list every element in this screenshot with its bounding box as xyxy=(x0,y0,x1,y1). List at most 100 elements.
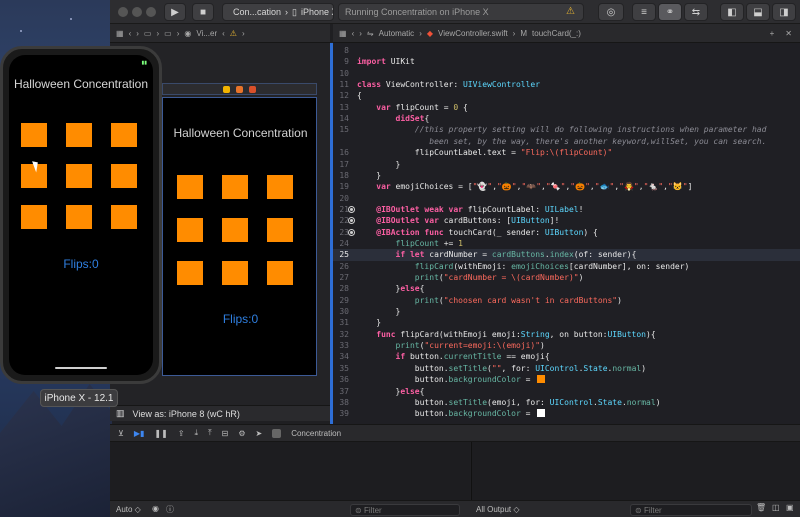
view-as-label[interactable]: View as: iPhone 8 (wC hR) xyxy=(133,409,240,419)
zoom-window-button[interactable] xyxy=(146,7,156,17)
code-line[interactable]: 39 button.backgroundColor = xyxy=(333,408,800,420)
ib-card-button[interactable] xyxy=(177,175,203,199)
line-number[interactable]: 13 xyxy=(333,102,357,114)
line-number[interactable]: 35 xyxy=(333,363,357,375)
line-number[interactable]: 36 xyxy=(333,374,357,386)
line-number[interactable]: 38 xyxy=(333,397,357,409)
back-icon[interactable]: ‹ xyxy=(352,29,355,38)
code-text[interactable]: } xyxy=(357,318,381,327)
scene-icon[interactable]: ◉ xyxy=(184,29,191,38)
line-number[interactable]: 16 xyxy=(333,147,357,159)
step-into-icon[interactable]: ⤓ xyxy=(195,428,199,438)
sim-card-button[interactable] xyxy=(111,123,137,147)
ib-card-button[interactable] xyxy=(267,175,293,199)
code-line[interactable]: 33 print("current=emoji:\(emoji)") xyxy=(333,340,800,352)
code-line[interactable]: 14 didSet{ xyxy=(333,113,800,125)
code-line[interactable]: 10 xyxy=(333,68,800,80)
code-text[interactable]: if button.currentTitle == emoji{ xyxy=(357,352,550,361)
step-over-icon[interactable]: ⇪ xyxy=(178,429,185,438)
standard-editor-button[interactable]: ≡ xyxy=(632,3,656,21)
ib-card-button[interactable] xyxy=(267,218,293,242)
code-text[interactable]: } xyxy=(357,171,381,180)
code-line[interactable]: 9 import UIKit xyxy=(333,56,800,68)
back-icon[interactable]: ‹ xyxy=(222,29,225,38)
sim-card-button[interactable] xyxy=(21,205,47,229)
code-line[interactable]: 36 button.backgroundColor = xyxy=(333,374,800,386)
line-number[interactable]: 25 xyxy=(333,249,357,261)
folder-icon[interactable]: ▭ xyxy=(144,29,152,38)
sim-card-button[interactable] xyxy=(66,205,92,229)
code-line[interactable]: 29 print("choosen card wasn't in cardBut… xyxy=(333,295,800,307)
code-line[interactable]: 16 flipCountLabel.text = "Flip:\(flipCou… xyxy=(333,147,800,159)
code-text[interactable]: var emojiChoices = ["👻","🎃","🦇","🍬","🎃",… xyxy=(357,182,692,191)
code-line[interactable]: 20 xyxy=(333,193,800,205)
code-text[interactable]: flipCard(withEmoji: emojiChoices[cardNum… xyxy=(357,262,690,271)
code-text[interactable]: } xyxy=(357,160,401,169)
view-controller-icon[interactable] xyxy=(223,85,230,93)
code-line[interactable]: 26 flipCard(withEmoji: emojiChoices[card… xyxy=(333,261,800,273)
code-line[interactable]: 12{ xyxy=(333,90,800,102)
code-text[interactable]: @IBOutlet weak var flipCountLabel: UILab… xyxy=(357,205,583,214)
debug-area-toggle[interactable]: ⬓ xyxy=(746,3,770,21)
console-output[interactable] xyxy=(471,442,800,500)
navigator-toggle[interactable]: ◧ xyxy=(720,3,744,21)
process-label[interactable]: Concentration xyxy=(291,429,341,438)
line-number[interactable]: 11 xyxy=(333,79,357,91)
close-window-button[interactable] xyxy=(118,7,128,17)
code-line[interactable]: 32 func flipCard(withEmoji emoji:String,… xyxy=(333,329,800,341)
code-text[interactable]: }else{ xyxy=(357,387,425,396)
code-text[interactable]: func flipCard(withEmoji emoji:String, on… xyxy=(357,330,655,339)
line-number[interactable]: 9 xyxy=(333,56,357,68)
code-line[interactable]: 31 } xyxy=(333,317,800,329)
line-number[interactable]: 15 xyxy=(333,124,357,136)
line-number[interactable]: 29 xyxy=(333,295,357,307)
code-line[interactable]: 35 button.setTitle("", for: UIControl.St… xyxy=(333,363,800,375)
warning-icon[interactable]: ⚠ xyxy=(230,29,237,38)
line-number[interactable]: 19 xyxy=(333,181,357,193)
console-filter-input[interactable]: ⊜ Filter xyxy=(630,504,752,516)
editor-file-label[interactable]: ViewController.swift xyxy=(438,29,508,38)
code-text[interactable]: }else{ xyxy=(357,284,425,293)
info-icon[interactable]: ⓘ xyxy=(166,504,174,515)
code-line[interactable]: 8 xyxy=(333,45,800,57)
code-text[interactable]: flipCountLabel.text = "Flip:\(flipCount)… xyxy=(357,148,612,157)
line-number[interactable]: 34 xyxy=(333,351,357,363)
code-text[interactable]: button.setTitle(emoji, for: UIControl.St… xyxy=(357,398,661,407)
warning-icon[interactable]: ⚠ xyxy=(566,6,575,17)
simulator-screen[interactable]: ▮▮ Halloween Concentration Flips:0 xyxy=(9,55,153,375)
code-text[interactable]: button.setTitle("", for: UIControl.State… xyxy=(357,364,646,373)
code-line[interactable]: 38 button.setTitle(emoji, for: UIControl… xyxy=(333,397,800,409)
line-number[interactable]: 31 xyxy=(333,317,357,329)
ib-title-label[interactable]: Halloween Concentration xyxy=(163,126,318,140)
variables-view[interactable] xyxy=(110,442,470,500)
sim-card-button[interactable] xyxy=(21,123,47,147)
code-editor[interactable]: 8 9 import UIKit 10 11 class ViewController: … xyxy=(333,43,800,424)
code-line[interactable]: 28 }else{ xyxy=(333,283,800,295)
line-number[interactable]: 8 xyxy=(333,45,357,57)
hide-debug-icon[interactable]: ⊻ xyxy=(118,429,124,438)
close-editor-icon[interactable]: ✕ xyxy=(785,29,792,38)
code-text[interactable]: button.backgroundColor = xyxy=(357,375,546,384)
auto-scope-select[interactable]: Auto ◇ xyxy=(116,505,141,514)
ib-card-button[interactable] xyxy=(267,261,293,285)
output-select[interactable]: All Output ◇ xyxy=(476,505,520,514)
line-number[interactable]: 12 xyxy=(333,90,357,102)
folder-icon[interactable]: ▭ xyxy=(164,29,172,38)
code-text[interactable]: didSet{ xyxy=(357,114,430,123)
device-layout-icon[interactable]: ▥ xyxy=(116,408,125,419)
location-icon[interactable]: ➤ xyxy=(256,429,263,438)
trash-icon[interactable]: 🗑 xyxy=(756,503,766,512)
line-number[interactable]: 30 xyxy=(333,306,357,318)
code-text[interactable]: } xyxy=(357,307,401,316)
related-items-icon[interactable]: ⇋ xyxy=(367,29,374,38)
code-line[interactable]: 30 } xyxy=(333,306,800,318)
code-text[interactable]: { xyxy=(357,91,362,100)
exit-icon[interactable] xyxy=(249,85,256,93)
forward-icon[interactable]: › xyxy=(136,29,139,38)
sim-card-button[interactable] xyxy=(66,123,92,147)
code-text[interactable]: @IBOutlet var cardButtons: [UIButton]! xyxy=(357,216,559,225)
line-number[interactable]: 28 xyxy=(333,283,357,295)
ib-card-button[interactable] xyxy=(222,261,248,285)
code-line[interactable]: 25 if let cardNumber = cardButtons.index… xyxy=(333,249,800,262)
forward-icon[interactable]: › xyxy=(242,29,245,38)
